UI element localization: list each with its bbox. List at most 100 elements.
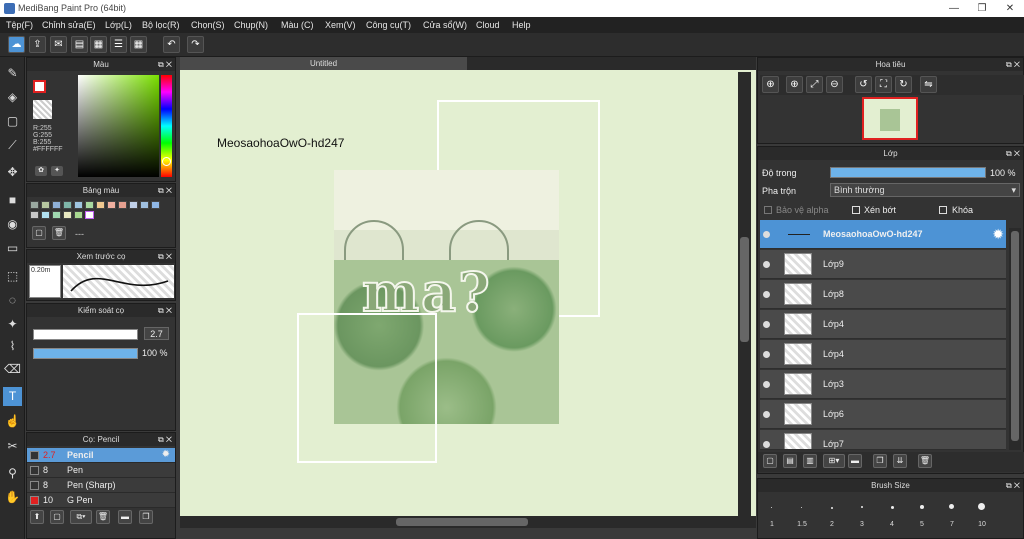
menu-filter[interactable]: Bộ lọc(R) [142,20,180,30]
panel-close-icon[interactable]: ⧉ ✕ [1006,479,1020,492]
document-icon[interactable]: ▦ [90,36,107,53]
add-layer-dropdown-icon[interactable]: ⊞▾ [823,454,845,468]
brush-new-icon[interactable]: ▢ [50,510,64,524]
line-tool-icon[interactable]: ⟋ [3,136,22,155]
grid-icon[interactable]: ▦ [130,36,147,53]
palette-swatch[interactable] [41,211,50,219]
brush-size-dot-5[interactable] [920,505,924,509]
brush-size-dot-3[interactable] [861,506,863,508]
blend-mode-select[interactable]: Bình thường ▾ [830,183,1020,197]
palette-new-icon[interactable]: ▢ [32,226,46,240]
lasso-icon[interactable]: ◌ [3,291,22,310]
panel-close-icon[interactable]: ⧉ ✕ [1006,58,1020,71]
menu-view[interactable]: Xem(V) [325,20,356,30]
cloud-icon[interactable]: ☁ [8,36,25,53]
divide-tool-icon[interactable]: ✂ [3,437,22,456]
brush-item-pencil[interactable]: 2.7 Pencil ✹ [27,448,175,463]
brush-delete-icon[interactable]: 🗑 [96,510,110,524]
zoom-in-icon[interactable]: ⊕ [762,76,779,93]
canvas-hscroll-thumb[interactable] [396,518,528,526]
color-wheel-icon[interactable]: ✿ [35,166,47,176]
brush-size-slider[interactable] [33,329,138,340]
visibility-icon[interactable] [763,321,770,328]
fit-window-icon[interactable]: ⤢ [806,76,823,93]
palette-swatch[interactable] [52,211,61,219]
close-button[interactable]: ✕ [996,0,1024,17]
clipping-checkbox[interactable] [852,206,860,214]
menu-window[interactable]: Cửa sổ(W) [423,20,467,30]
brush-settings-icon[interactable]: ✹ [162,449,170,460]
visibility-icon[interactable] [763,411,770,418]
layer-row-text[interactable]: MeosaohoaOwO-hd247 ✹ [760,220,1006,249]
canvas-vscroll-thumb[interactable] [740,237,749,342]
duplicate-layer-icon[interactable]: ❐ [873,454,887,468]
select-pen-icon[interactable]: ⌇ [3,337,22,356]
tab-untitled[interactable]: Untitled [180,57,467,70]
layer-row[interactable]: Lớp8 [760,280,1006,309]
select-rect-icon[interactable]: ⬚ [3,267,22,286]
rotate-left-icon[interactable]: ↺ [855,76,872,93]
list-icon[interactable]: ☰ [110,36,127,53]
new-layer-icon[interactable]: ▢ [763,454,777,468]
visibility-icon[interactable] [763,291,770,298]
menu-tools[interactable]: Công cụ(T) [366,20,411,30]
select-eraser-icon[interactable]: ⌫ [3,360,22,379]
brush-opacity-slider[interactable] [33,348,138,359]
palette-swatch[interactable] [41,201,50,209]
color-settings-icon[interactable]: ✦ [51,166,63,176]
palette-swatch[interactable] [85,211,94,219]
palette-swatch[interactable] [74,211,83,219]
layer-row[interactable]: Lớp3 [760,370,1006,399]
rotate-right-icon[interactable]: ↻ [895,76,912,93]
redo-icon[interactable]: ↷ [187,36,204,53]
brush-item-pen-sharp[interactable]: 8 Pen (Sharp) [27,478,175,493]
brush-size-dot-1[interactable] [771,507,772,508]
menu-capture[interactable]: Chụp(N) [234,20,268,30]
new-8bit-layer-icon[interactable]: ▥ [803,454,817,468]
minimize-button[interactable]: — [940,0,968,17]
brush-tool-icon[interactable]: ✎ [3,64,22,83]
menu-color[interactable]: Màu (C) [281,20,314,30]
palette-swatch[interactable] [63,201,72,209]
menu-help[interactable]: Help [512,20,531,30]
layer-row[interactable]: Lớp6 [760,400,1006,429]
layer-row[interactable]: Lớp9 [760,250,1006,279]
maximize-button[interactable]: ❐ [968,0,996,17]
saturation-value-picker[interactable] [78,75,159,177]
menu-edit[interactable]: Chỉnh sửa(E) [42,20,96,30]
layer-opacity-slider[interactable] [830,167,986,178]
menu-select[interactable]: Chọn(S) [191,20,225,30]
gradient-tool-icon[interactable]: ▭ [3,239,22,258]
canvas-vscroll[interactable] [738,72,751,516]
protect-alpha-checkbox[interactable] [764,206,772,214]
canvas-hscroll[interactable] [180,516,756,528]
comment-icon[interactable]: ✉ [50,36,67,53]
brush-size-dot-4[interactable] [891,506,894,509]
visibility-icon[interactable] [763,381,770,388]
shape-tool-icon[interactable]: ▢ [3,112,22,131]
layer-scrollbar-thumb[interactable] [1011,231,1019,441]
brush-item-g-pen[interactable]: 10 G Pen [27,493,175,508]
brush-add-icon[interactable]: ⬆ [30,510,44,524]
palette-swatch[interactable] [63,211,72,219]
eraser-tool-icon[interactable]: ◈ [3,88,22,107]
brush-size-dot-2[interactable] [831,507,833,509]
text-layer-content[interactable]: MeosaohoaOwO-hd247 [217,136,344,150]
palette-swatch[interactable] [30,211,39,219]
palette-swatch[interactable] [52,201,61,209]
hue-marker[interactable] [162,156,171,166]
share-icon[interactable]: ⇪ [29,36,46,53]
palette-swatch[interactable] [151,201,160,209]
fill-rect-tool-icon[interactable]: ■ [3,191,22,210]
merge-layer-icon[interactable]: ⇊ [893,454,907,468]
brush-size-value[interactable]: 2.7 [144,327,169,340]
hand-tool-icon[interactable]: ✋ [3,488,22,507]
visibility-icon[interactable] [763,231,770,238]
brush-size-dot-10[interactable] [978,503,985,510]
layer-row[interactable]: Lớp4 [760,310,1006,339]
palette-swatch[interactable] [74,201,83,209]
background-color-swatch[interactable] [33,100,52,119]
move-tool-icon[interactable]: ✥ [3,163,22,182]
panel-close-icon[interactable]: ⧉ ✕ [158,433,172,446]
panel-close-icon[interactable]: ⧉ ✕ [1006,147,1020,160]
